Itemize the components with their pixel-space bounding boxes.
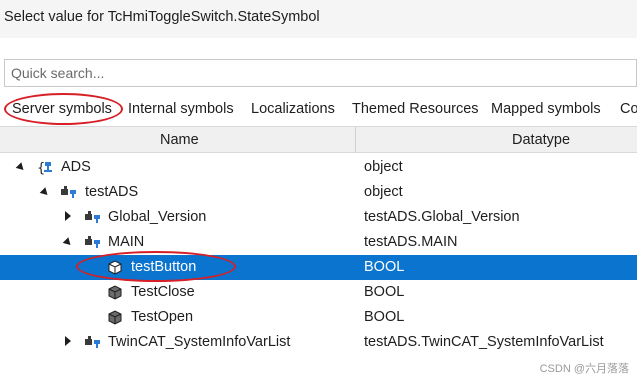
- column-header-name[interactable]: Name: [160, 132, 199, 148]
- column-divider[interactable]: [355, 127, 356, 153]
- network-symbol-icon: [61, 186, 76, 198]
- svg-text:{: {: [37, 161, 45, 175]
- row-datatype: BOOL: [364, 284, 405, 300]
- table-row[interactable]: Global_Version testADS.Global_Version: [0, 205, 637, 230]
- table-row[interactable]: testADS object: [0, 180, 637, 205]
- row-name: TwinCAT_SystemInfoVarList: [108, 334, 291, 350]
- row-name: Global_Version: [108, 209, 207, 225]
- table-row[interactable]: TestClose BOOL: [0, 280, 637, 305]
- expanded-arrow-icon[interactable]: [39, 187, 51, 198]
- row-datatype: BOOL: [364, 259, 405, 275]
- collapsed-arrow-icon[interactable]: [65, 211, 71, 221]
- quick-search-box[interactable]: [4, 59, 637, 87]
- tab-themed-resources[interactable]: Themed Resources: [352, 101, 479, 117]
- variable-icon: [108, 310, 122, 325]
- expanded-arrow-icon[interactable]: [62, 237, 74, 248]
- dialog-title: Select value for TcHmiToggleSwitch.State…: [4, 9, 320, 25]
- variable-icon: [108, 285, 122, 300]
- row-datatype: testADS.MAIN: [364, 234, 458, 250]
- table-row[interactable]: TwinCAT_SystemInfoVarList testADS.TwinCA…: [0, 330, 637, 355]
- tab-server-symbols[interactable]: Server symbols: [12, 101, 112, 117]
- column-header-datatype[interactable]: Datatype: [512, 132, 570, 148]
- network-symbol-icon: [85, 336, 100, 348]
- table-row[interactable]: { ADS object: [0, 155, 637, 180]
- row-name: testADS: [85, 184, 139, 200]
- row-datatype: BOOL: [364, 309, 405, 325]
- annotation-circle-row: [76, 251, 236, 282]
- row-name: TestClose: [131, 284, 195, 300]
- row-name: ADS: [61, 159, 91, 175]
- row-datatype: testADS.Global_Version: [364, 209, 520, 225]
- tab-localizations[interactable]: Localizations: [251, 101, 335, 117]
- table-header: Name Datatype: [0, 126, 637, 153]
- row-datatype: testADS.TwinCAT_SystemInfoVarList: [364, 334, 604, 350]
- watermark: CSDN @六月落落: [539, 363, 629, 375]
- symbol-tabs: Server symbols Internal symbols Localiza…: [0, 93, 637, 125]
- collapsed-arrow-icon[interactable]: [65, 336, 71, 346]
- dialog-titlebar: Select value for TcHmiToggleSwitch.State…: [0, 0, 637, 38]
- network-symbol-icon: [85, 211, 100, 223]
- tab-mapped-symbols[interactable]: Mapped symbols: [491, 101, 601, 117]
- braces-symbol-icon: {: [37, 161, 52, 175]
- table-row[interactable]: MAIN testADS.MAIN: [0, 230, 637, 255]
- network-symbol-icon: [85, 236, 100, 248]
- row-datatype: object: [364, 159, 403, 175]
- tab-co[interactable]: Co: [620, 101, 637, 117]
- tab-internal-symbols[interactable]: Internal symbols: [128, 101, 234, 117]
- row-datatype: object: [364, 184, 403, 200]
- quick-search-input[interactable]: [5, 60, 636, 86]
- table-row[interactable]: TestOpen BOOL: [0, 305, 637, 330]
- row-name: MAIN: [108, 234, 145, 250]
- row-name: TestOpen: [131, 309, 194, 325]
- expanded-arrow-icon[interactable]: [15, 162, 27, 173]
